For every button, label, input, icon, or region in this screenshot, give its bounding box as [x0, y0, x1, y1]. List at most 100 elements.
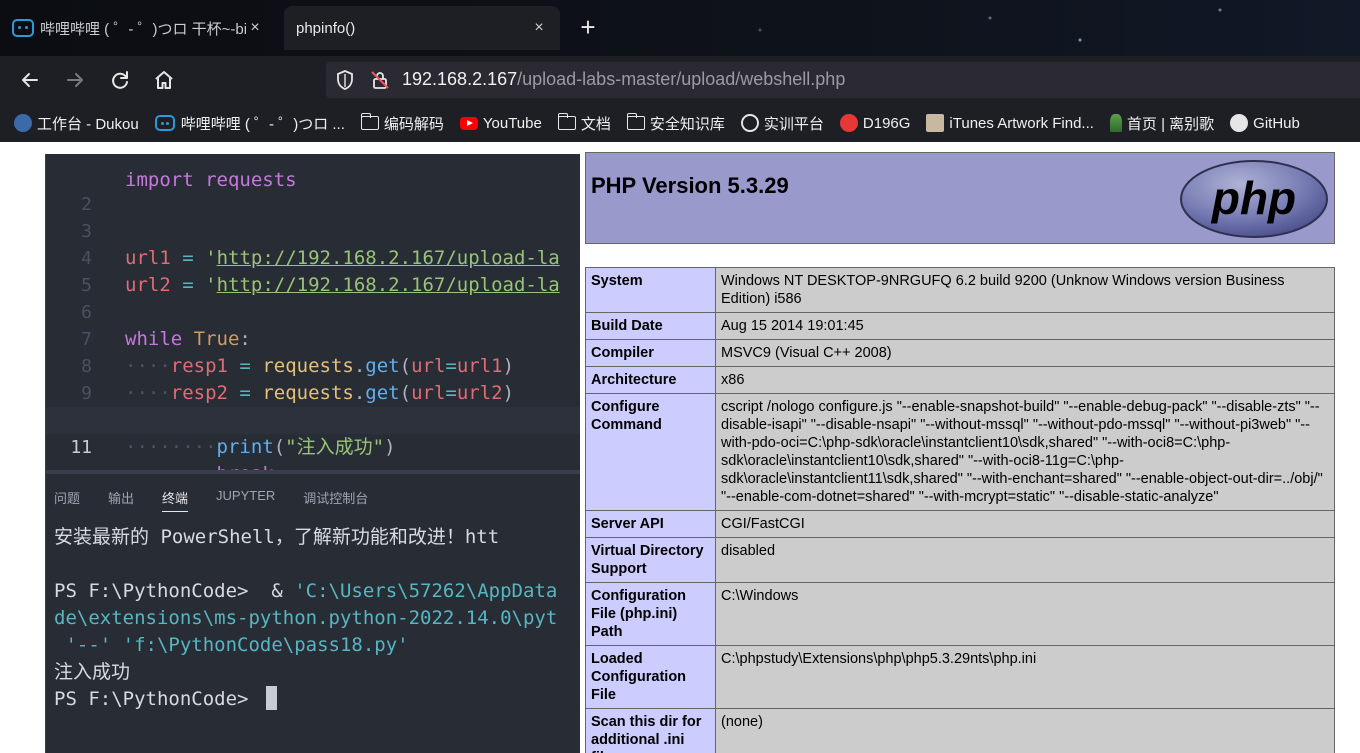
phpinfo-row: Scan this dir for additional .ini files(… [585, 708, 1335, 753]
phpinfo-key: Scan this dir for additional .ini files [585, 708, 716, 753]
svg-text:php: php [1210, 172, 1296, 224]
address-bar[interactable]: 192.168.2.167/upload-labs-master/upload/… [326, 62, 1360, 98]
url-host: 192.168.2.167 [402, 69, 518, 89]
close-tab-icon[interactable]: × [530, 19, 548, 37]
bookmark-label: 编码解码 [383, 115, 444, 133]
navigation-bar: 192.168.2.167/upload-labs-master/upload/… [0, 56, 1360, 104]
close-tab-icon[interactable]: × [246, 19, 264, 37]
phpinfo-table: System Windows NT DESKTOP-9NRGUFQ 6.2 bui… [585, 267, 1335, 753]
phpinfo-row: Build Date Aug 15 2014 19:01:45 [585, 312, 1335, 340]
bookmark-d196g[interactable]: D196G [839, 114, 911, 132]
shield-icon[interactable] [336, 70, 354, 90]
bookmark-folder-docs[interactable]: 文档 [557, 113, 611, 134]
code-line: 10 ········print("注入成功") [46, 380, 580, 458]
bookmark-folder-security[interactable]: 安全知识库 [626, 113, 725, 134]
folder-icon [626, 113, 645, 130]
bookmark-label: iTunes Artwork Find... [949, 114, 1094, 132]
training-platform-icon [740, 114, 759, 132]
page-content: import requests 2 3 url1 = 'http://192.1… [0, 142, 1360, 753]
reload-button[interactable] [105, 65, 135, 95]
plant-icon [1109, 114, 1122, 132]
phpinfo-key: System [585, 267, 716, 313]
phpinfo-row: Virtual Directory Support disabled [585, 537, 1335, 583]
vscode-screenshot: import requests 2 3 url1 = 'http://192.1… [45, 154, 580, 753]
url-text[interactable]: 192.168.2.167/upload-labs-master/upload/… [402, 69, 845, 90]
phpinfo-row: System Windows NT DESKTOP-9NRGUFQ 6.2 bui… [585, 267, 1335, 313]
phpinfo-key: Configuration File (php.ini) Path [585, 582, 716, 646]
terminal-line: PS F:\PythonCode> & 'C:\Users\57262\AppD… [54, 580, 558, 602]
phpinfo-value: disabled [715, 537, 1335, 583]
phpinfo-value: x86 [715, 366, 1335, 394]
panel-tab-debug-console[interactable]: 调试控制台 [303, 488, 368, 512]
phpinfo-key: Virtual Directory Support [585, 537, 716, 583]
panel-tab-terminal[interactable]: 终端 [162, 488, 189, 512]
youtube-icon [459, 116, 478, 130]
tab-title: 哔哩哔哩 ( ゜- ゜)つロ 干杯~-bilibili [40, 20, 246, 38]
line-number: 11 [70, 437, 92, 458]
php-version-title: PHP Version 5.3.29 [591, 173, 789, 198]
new-tab-button[interactable]: + [574, 12, 602, 42]
bookmark-youtube[interactable]: YouTube [459, 115, 542, 132]
bookmark-dukou[interactable]: 工作台 - Dukou [14, 113, 139, 134]
phpinfo-row: Configure Command cscript /nologo configu… [585, 393, 1335, 511]
tab-bar: 哔哩哔哩 ( ゜- ゜)つロ 干杯~-bilibili × phpinfo() … [0, 0, 1360, 56]
terminal-line: '--' 'f:\PythonCode\pass18.py' [54, 634, 409, 656]
code-line: 7 ····resp1 = requests.get(url=url1) [46, 299, 580, 377]
code-line: 8 ····resp2 = requests.get(url=url2) [46, 326, 580, 404]
phpinfo-key: Loaded Configuration File [585, 645, 716, 709]
phpinfo-value: CGI/FastCGI [715, 510, 1335, 538]
code-editor: import requests 2 3 url1 = 'http://192.1… [46, 154, 580, 485]
terminal-line: 安装最新的 PowerShell，了解新功能和改进！htt [54, 526, 500, 548]
bookmark-label: 实训平台 [763, 115, 824, 133]
bookmark-label: D196G [862, 114, 911, 132]
back-button[interactable] [15, 65, 45, 95]
terminal-line: de\extensions\ms-python.python-2022.14.0… [54, 607, 558, 629]
panel-tab-output[interactable]: 输出 [108, 488, 134, 512]
itunes-artwork-icon [926, 114, 945, 132]
back-arrow-icon [22, 73, 38, 87]
bookmark-label: 首页 | 离别歌 [1126, 115, 1215, 133]
bookmark-label: 文档 [580, 115, 611, 133]
bookmark-bilibili[interactable]: 哔哩哔哩 ( ゜- ゜)つロ ... [154, 113, 345, 134]
phpinfo-value: MSVC9 (Visual C++ 2008) [715, 339, 1335, 367]
code-line: 3 url1 = 'http://192.168.2.167/upload-la [46, 191, 580, 269]
bookmark-itunes[interactable]: iTunes Artwork Find... [926, 114, 1094, 132]
code-line: 6 while True: [46, 272, 580, 350]
url-path: /upload-labs-master/upload/webshell.php [517, 69, 846, 89]
bookmark-label: GitHub [1253, 114, 1300, 132]
panel-tabs: 问题 输出 终端 JUPYTER 调试控制台 [54, 488, 396, 512]
phpinfo-value: C:\phpstudy\Extensions\php\php5.3.29nts\… [715, 645, 1335, 709]
panel-tab-problems[interactable]: 问题 [54, 488, 80, 512]
phpinfo-row: Configuration File (php.ini) Path C:\Wind… [585, 582, 1335, 646]
folder-icon [360, 113, 379, 130]
code-line-current: 11 ········break [46, 407, 580, 485]
code-line: 9 ····if resp2.status_code == 200: [46, 353, 580, 431]
panel-tab-jupyter[interactable]: JUPYTER [216, 488, 275, 512]
php-logo[interactable]: php [1179, 159, 1329, 239]
home-icon [155, 71, 173, 89]
terminal-prompt: PS F:\PythonCode> [54, 686, 557, 713]
terminal-output[interactable]: 安装最新的 PowerShell，了解新功能和改进！htt PS F:\Pytho… [54, 524, 557, 713]
bookmark-github[interactable]: GitHub [1230, 114, 1300, 132]
bookmark-folder-encoding[interactable]: 编码解码 [360, 113, 444, 134]
bilibili-icon [12, 19, 34, 37]
bookmark-label: 哔哩哔哩 ( ゜- ゜)つロ ... [180, 115, 345, 133]
phpinfo-key: Configure Command [585, 393, 716, 511]
tab-title: phpinfo() [296, 19, 356, 37]
tab-bilibili[interactable]: 哔哩哔哩 ( ゜- ゜)つロ 干杯~-bilibili × [0, 6, 276, 50]
forward-button[interactable] [60, 65, 90, 95]
insecure-lock-icon[interactable] [370, 70, 390, 90]
home-button[interactable] [149, 65, 179, 95]
phpinfo-row: Server API CGI/FastCGI [585, 510, 1335, 538]
dukou-icon [14, 114, 32, 132]
phpinfo-row: Compiler MSVC9 (Visual C++ 2008) [585, 339, 1335, 367]
bookmark-training[interactable]: 实训平台 [740, 113, 824, 134]
bookmark-homepage[interactable]: 首页 | 离别歌 [1109, 113, 1215, 134]
phpinfo-key: Architecture [585, 366, 716, 394]
phpinfo-value: C:\Windows [715, 582, 1335, 646]
tab-phpinfo[interactable]: phpinfo() × [284, 6, 560, 50]
reload-icon [112, 71, 128, 89]
terminal-line: 注入成功 [54, 661, 131, 683]
phpinfo-key: Build Date [585, 312, 716, 340]
